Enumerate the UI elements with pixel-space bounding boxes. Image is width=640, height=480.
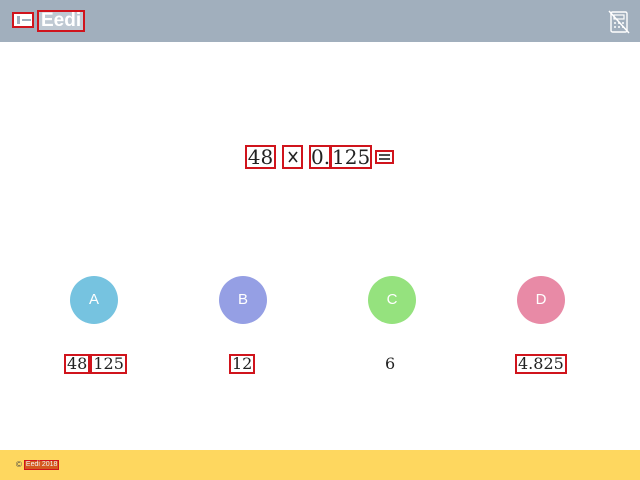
copyright-notice: © Eedi 2018 [16,460,60,470]
equals-icon [379,154,390,160]
answer-a-part-2: 125 [90,354,127,374]
question-expression: 48 0. 125 [0,145,640,175]
question-operand-2-decimal: 125 [330,145,372,169]
multiply-operator [282,145,303,169]
multiply-icon [288,151,298,163]
option-b-button[interactable]: B [219,276,267,324]
calculator-disabled-icon [608,10,630,34]
answer-a-part-1: 48 [64,354,91,374]
app: Eedi 48 0. 125 A B C D 48 125 12 6 4.825… [0,0,640,480]
eedi-logo-icon [12,12,34,28]
brand-name: Eedi [37,10,86,32]
equals-sign [375,150,394,164]
header-bar: Eedi [0,0,640,42]
option-a-button[interactable]: A [70,276,118,324]
answer-b-value: 12 [229,354,256,374]
answer-b[interactable]: 12 [229,354,256,374]
answer-c-value: 6 [385,354,396,373]
question-operand-1: 48 [245,145,276,169]
answer-d[interactable]: 4.825 [515,354,567,374]
footer-bar: © Eedi 2018 [0,450,640,480]
copyright-text: Eedi 2018 [23,460,60,470]
answer-c[interactable]: 6 [385,356,395,376]
answer-d-value: 4.825 [515,354,567,374]
option-d-button[interactable]: D [517,276,565,324]
answer-a[interactable]: 48 125 [64,354,127,374]
calculator-toggle-button[interactable] [608,10,630,34]
option-c-button[interactable]: C [368,276,416,324]
copyright-symbol: © [16,460,22,469]
question-operand-2-integer: 0. [309,145,331,169]
